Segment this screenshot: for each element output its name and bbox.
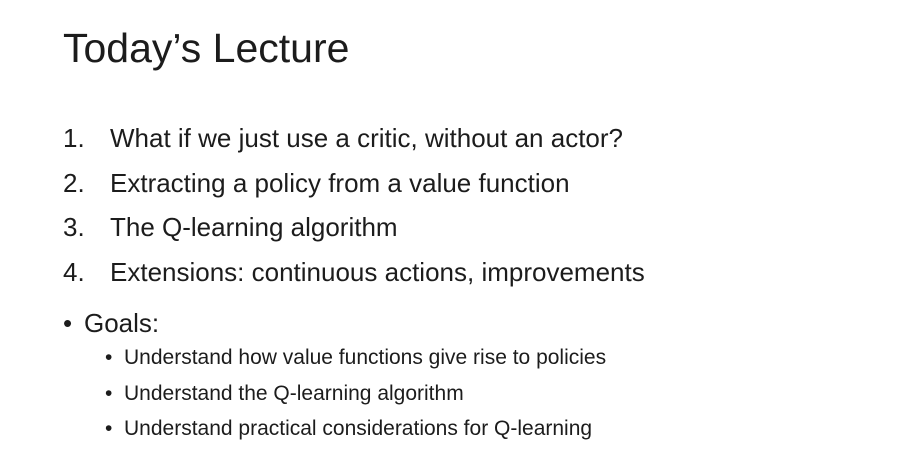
agenda-item: 2. Extracting a policy from a value func… — [63, 161, 645, 206]
goals-list: • Understand how value functions give ri… — [105, 340, 606, 447]
agenda-item: 4. Extensions: continuous actions, impro… — [63, 250, 645, 295]
goal-item: • Understand practical considerations fo… — [105, 411, 606, 447]
agenda-item-text: The Q-learning algorithm — [110, 212, 398, 242]
goals-heading: • Goals: — [63, 303, 159, 343]
bullet-glyph: • — [63, 308, 73, 338]
agenda-item: 3. The Q-learning algorithm — [63, 205, 645, 250]
agenda-list: 1. What if we just use a critic, without… — [63, 116, 645, 294]
agenda-item-text: What if we just use a critic, without an… — [110, 123, 623, 153]
agenda-item: 1. What if we just use a critic, without… — [63, 116, 645, 161]
slide-title: Today’s Lecture — [63, 25, 350, 71]
goals-label: Goals: — [84, 308, 160, 338]
agenda-item-text: Extensions: continuous actions, improvem… — [110, 256, 645, 287]
goal-text: Understand how value functions give rise… — [124, 346, 607, 369]
agenda-item-number: 1. — [63, 123, 85, 153]
slide: Today’s Lecture 1. What if we just use a… — [0, 0, 918, 470]
agenda-item-number: 4. — [63, 256, 85, 287]
agenda-item-number: 2. — [63, 167, 85, 198]
agenda-item-text: Extracting a policy from a value functio… — [110, 167, 570, 198]
bullet-glyph: • — [105, 417, 113, 440]
goal-item: • Understand how value functions give ri… — [105, 340, 606, 376]
goal-text: Understand the Q-learning algorithm — [124, 381, 464, 405]
goal-text: Understand practical considerations for … — [124, 417, 593, 440]
goal-item: • Understand the Q-learning algorithm — [105, 376, 606, 412]
bullet-glyph: • — [105, 346, 113, 369]
bullet-glyph: • — [105, 381, 113, 405]
agenda-item-number: 3. — [63, 212, 85, 242]
